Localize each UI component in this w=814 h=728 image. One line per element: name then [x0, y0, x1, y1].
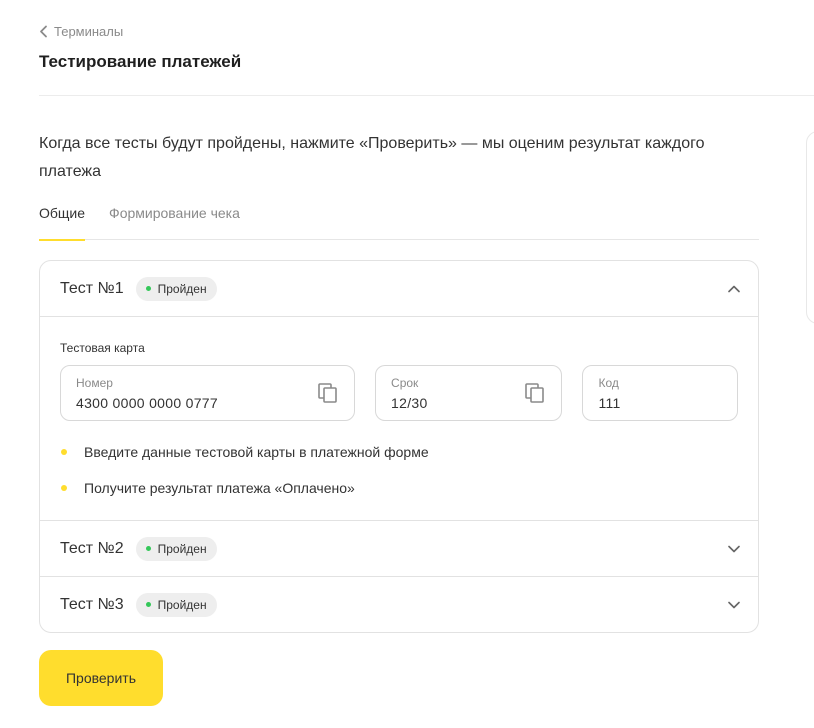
copy-icon[interactable] [317, 382, 339, 404]
list-item: Введите данные тестовой карты в платежно… [60, 443, 738, 461]
tests-accordion: Тест №1 Пройден Тестовая карта Номер 430… [39, 260, 759, 633]
test-1-header[interactable]: Тест №1 Пройден [40, 261, 758, 316]
step-text: Получите результат платежа «Оплачено» [84, 480, 355, 496]
status-dot-icon [145, 546, 151, 551]
header-divider [39, 95, 814, 96]
chevron-down-icon[interactable] [728, 601, 740, 609]
status-badge-label: Пройден [157, 597, 207, 612]
test-title: Тест №2 [60, 539, 124, 557]
test-1-body: Тестовая карта Номер 4300 0000 0000 0777… [40, 316, 758, 520]
card-number-label: Номер [76, 376, 113, 390]
test-item-2: Тест №2 Пройден [40, 520, 758, 576]
test-card-label: Тестовая карта [60, 341, 145, 355]
bullet-icon [61, 449, 67, 455]
intro-text: Когда все тесты будут пройдены, нажмите … [39, 135, 705, 180]
card-expiry-label: Срок [391, 376, 419, 390]
chevron-left-icon [40, 25, 47, 38]
test-item-1: Тест №1 Пройден Тестовая карта Номер 430… [40, 261, 758, 520]
status-badge: Пройден [135, 592, 217, 617]
tab-general[interactable]: Общие [39, 199, 86, 241]
status-dot-icon [145, 602, 151, 607]
status-dot-icon [145, 286, 151, 291]
step-text: Введите данные тестовой карты в платежно… [84, 444, 429, 460]
status-badge-label: Пройден [157, 541, 207, 556]
breadcrumb[interactable]: Терминалы [39, 24, 123, 39]
card-expiry-value[interactable]: 12/30 [391, 395, 546, 411]
page-title: Тестирование платежей [39, 52, 242, 71]
status-badge-label: Пройден [157, 281, 207, 296]
card-expiry-field[interactable]: Срок 12/30 [375, 365, 563, 421]
test-item-3: Тест №3 Пройден [40, 576, 758, 632]
card-fields: Номер 4300 0000 0000 0777 Срок 12/30 Код… [60, 365, 738, 421]
test-title: Тест №3 [60, 595, 124, 613]
chevron-down-icon[interactable] [728, 545, 740, 553]
status-badge: Пройден [135, 536, 217, 561]
side-card [806, 131, 814, 324]
tabs: Общие Формирование чека [39, 199, 759, 241]
card-number-value[interactable]: 4300 0000 0000 0777 [76, 395, 339, 411]
breadcrumb-link[interactable]: Терминалы [54, 24, 123, 39]
check-button[interactable]: Проверить [39, 650, 163, 706]
chevron-up-icon[interactable] [728, 285, 740, 293]
test-steps: Введите данные тестовой карты в платежно… [60, 443, 738, 497]
test-3-header[interactable]: Тест №3 Пройден [40, 577, 758, 632]
card-cvc-field[interactable]: Код 111 [582, 365, 738, 421]
card-cvc-value[interactable]: 111 [598, 395, 722, 411]
test-title: Тест №1 [60, 279, 124, 297]
card-cvc-label: Код [598, 376, 619, 390]
tab-receipt[interactable]: Формирование чека [109, 199, 240, 240]
test-2-header[interactable]: Тест №2 Пройден [40, 521, 758, 576]
bullet-icon [61, 485, 67, 491]
card-number-field[interactable]: Номер 4300 0000 0000 0777 [60, 365, 356, 421]
status-badge: Пройден [135, 276, 217, 301]
copy-icon[interactable] [524, 382, 546, 404]
list-item: Получите результат платежа «Оплачено» [60, 479, 738, 497]
